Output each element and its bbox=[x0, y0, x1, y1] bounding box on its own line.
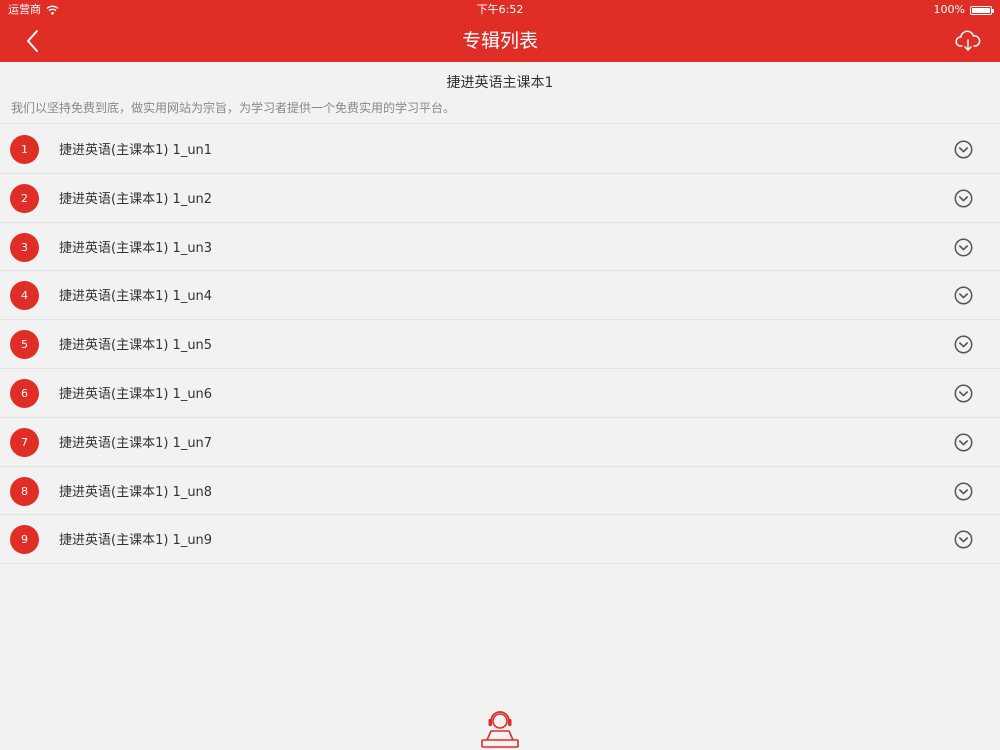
status-time: 下午6:52 bbox=[476, 3, 524, 16]
navigation-bar: 专辑列表 bbox=[0, 20, 1000, 62]
track-title: 捷进英语(主课本1) 1_un8 bbox=[59, 484, 213, 500]
track-row[interactable]: 1 捷进英语(主课本1) 1_un1 bbox=[0, 125, 1000, 174]
track-row[interactable]: 4 捷进英语(主课本1) 1_un4 bbox=[0, 271, 1000, 321]
album-header: 捷进英语主课本1 我们以坚持免费到底，做实用网站为宗旨，为学习者提供一个免费实用… bbox=[0, 62, 1000, 124]
track-number-badge: 1 bbox=[10, 135, 39, 164]
chevron-down-icon[interactable] bbox=[954, 189, 973, 208]
track-row[interactable]: 3 捷进英语(主课本1) 1_un3 bbox=[0, 223, 1000, 272]
track-number-badge: 2 bbox=[10, 183, 39, 213]
track-row[interactable]: 8 捷进英语(主课本1) 1_un8 bbox=[0, 467, 1000, 516]
album-title: 捷进英语主课本1 bbox=[446, 75, 554, 91]
track-number-badge: 3 bbox=[10, 232, 39, 262]
track-row[interactable]: 5 捷进英语(主课本1) 1_un5 bbox=[0, 320, 1000, 369]
track-list: 1 捷进英语(主课本1) 1_un1 2 捷进英语(主课本1) 1_un2 3 … bbox=[0, 125, 1000, 565]
page-title: 专辑列表 bbox=[461, 30, 538, 52]
chevron-down-icon[interactable] bbox=[954, 335, 973, 354]
track-title: 捷进英语(主课本1) 1_un3 bbox=[59, 240, 213, 256]
track-number-badge: 9 bbox=[10, 525, 39, 555]
track-title: 捷进英语(主课本1) 1_un4 bbox=[59, 289, 213, 305]
listener-headphones-icon[interactable] bbox=[479, 707, 521, 750]
track-row[interactable]: 6 捷进英语(主课本1) 1_un6 bbox=[0, 369, 1000, 418]
track-row[interactable]: 9 捷进英语(主课本1) 1_un9 bbox=[0, 515, 1000, 565]
chevron-down-icon[interactable] bbox=[954, 384, 973, 403]
cloud-download-icon bbox=[955, 30, 981, 51]
chevron-down-icon[interactable] bbox=[954, 140, 973, 159]
top-bar: 运营商 下午6:52 100% 专辑列表 bbox=[0, 0, 1000, 62]
track-title: 捷进英语(主课本1) 1_un1 bbox=[59, 143, 213, 158]
track-number-badge: 7 bbox=[10, 427, 39, 457]
chevron-down-icon[interactable] bbox=[954, 482, 973, 501]
chevron-down-icon[interactable] bbox=[954, 433, 973, 452]
battery-percent: 100% bbox=[933, 3, 965, 16]
battery-icon bbox=[970, 5, 994, 15]
status-bar: 运营商 下午6:52 100% bbox=[0, 0, 1000, 20]
status-right: 100% bbox=[933, 0, 994, 20]
track-title: 捷进英语(主课本1) 1_un5 bbox=[59, 338, 213, 354]
track-row[interactable]: 2 捷进英语(主课本1) 1_un2 bbox=[0, 174, 1000, 223]
album-description: 我们以坚持免费到底，做实用网站为宗旨，为学习者提供一个免费实用的学习平台。 bbox=[11, 101, 456, 115]
track-title: 捷进英语(主课本1) 1_un2 bbox=[59, 191, 213, 207]
track-title: 捷进英语(主课本1) 1_un9 bbox=[59, 533, 213, 549]
track-title: 捷进英语(主课本1) 1_un6 bbox=[59, 386, 213, 402]
cloud-download-button[interactable] bbox=[954, 28, 982, 54]
track-number-badge: 5 bbox=[10, 330, 39, 360]
chevron-down-icon[interactable] bbox=[954, 286, 973, 305]
track-number-badge: 4 bbox=[10, 281, 39, 311]
chevron-down-icon[interactable] bbox=[954, 530, 973, 549]
track-number-badge: 8 bbox=[10, 476, 39, 506]
chevron-down-icon[interactable] bbox=[954, 238, 973, 257]
track-title: 捷进英语(主课本1) 1_un7 bbox=[59, 435, 213, 451]
track-number-badge: 6 bbox=[10, 378, 39, 408]
track-row[interactable]: 7 捷进英语(主课本1) 1_un7 bbox=[0, 418, 1000, 467]
